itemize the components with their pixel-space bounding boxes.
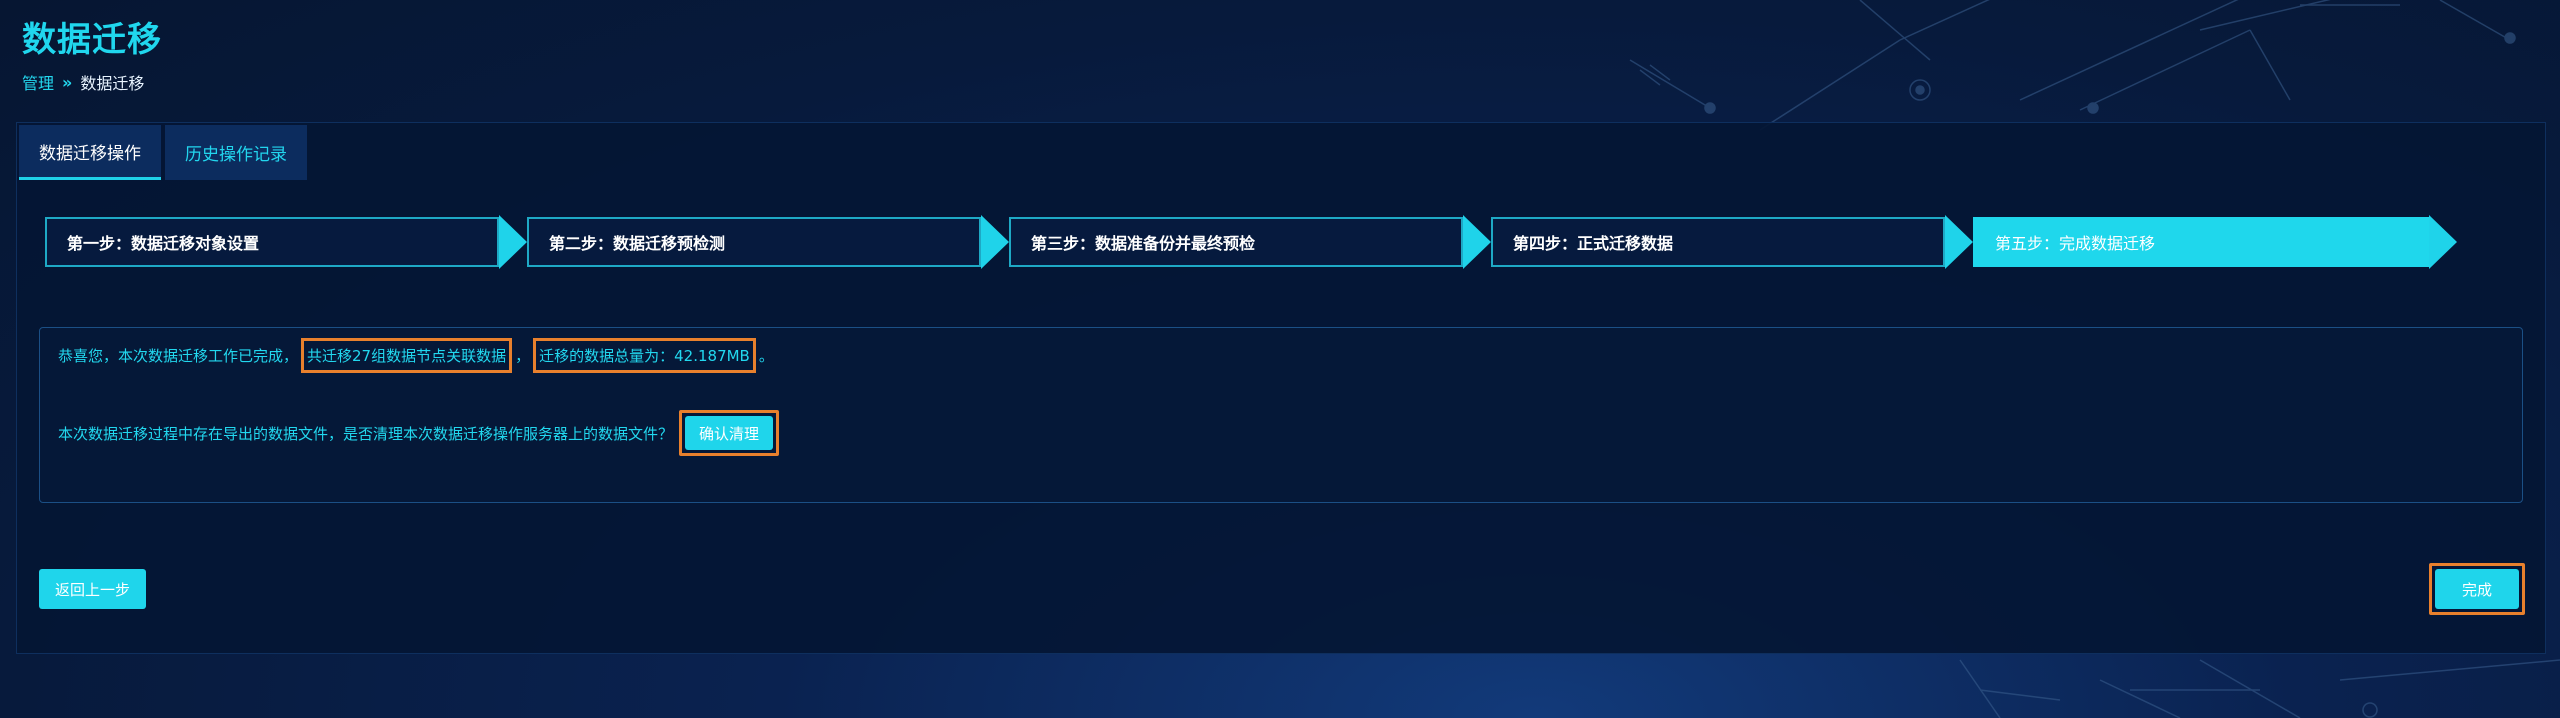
step-1-label: 第一步：数据迁移对象设置 [45, 217, 499, 267]
step-3-arrow-icon [1463, 215, 1491, 269]
step-5-arrow-icon [2429, 215, 2457, 269]
confirm-cleanup-button[interactable]: 确认清理 [685, 416, 774, 450]
breadcrumb-parent-link[interactable]: 管理 [22, 70, 54, 94]
step-1-arrow-icon [499, 215, 527, 269]
step-4-label: 第四步：正式迁移数据 [1491, 217, 1945, 267]
tab-history-records[interactable]: 历史操作记录 [165, 125, 307, 180]
finish-button-highlight: 完成 [2429, 563, 2525, 615]
migrated-data-size: 迁移的数据总量为：42.187MB [533, 338, 756, 373]
cleanup-button-highlight: 确认清理 [679, 410, 780, 456]
breadcrumb-separator: » [62, 72, 73, 92]
back-to-previous-step-button[interactable]: 返回上一步 [39, 569, 147, 609]
completion-comma: ， [515, 347, 531, 365]
cleanup-prompt: 本次数据迁移过程中存在导出的数据文件，是否清理本次数据迁移操作服务器上的数据文件… [58, 410, 780, 456]
migrated-nodes-count: 共迁移27组数据节点关联数据 [301, 338, 513, 373]
breadcrumb: 管理 » 数据迁移 [22, 70, 144, 94]
step-1: 第一步：数据迁移对象设置 [45, 215, 527, 273]
cleanup-question: 本次数据迁移过程中存在导出的数据文件，是否清理本次数据迁移操作服务器上的数据文件… [58, 424, 674, 443]
step-2-arrow-icon [981, 215, 1009, 269]
tab-bar: 数据迁移操作 历史操作记录 [19, 125, 307, 180]
migration-panel: 数据迁移操作 历史操作记录 第一步：数据迁移对象设置 第二步：数据迁移预检测 第… [16, 122, 2546, 654]
step-2-label: 第二步：数据迁移预检测 [527, 217, 981, 267]
breadcrumb-current: 数据迁移 [80, 74, 145, 93]
completion-suffix: 。 [758, 347, 774, 365]
step-4: 第四步：正式迁移数据 [1491, 215, 1973, 273]
completion-prefix: 恭喜您，本次数据迁移工作已完成， [58, 347, 299, 365]
step-4-arrow-icon [1945, 215, 1973, 269]
finish-button[interactable]: 完成 [2435, 569, 2519, 609]
step-3: 第三步：数据准备份并最终预检 [1009, 215, 1491, 273]
step-5: 第五步：完成数据迁移 [1973, 215, 2457, 273]
step-progress: 第一步：数据迁移对象设置 第二步：数据迁移预检测 第三步：数据准备份并最终预检 … [45, 215, 2505, 273]
step-5-label: 第五步：完成数据迁移 [1973, 217, 2431, 267]
page-title: 数据迁移 [22, 20, 162, 60]
step-3-label: 第三步：数据准备份并最终预检 [1009, 217, 1463, 267]
result-message-box: 恭喜您，本次数据迁移工作已完成， 共迁移27组数据节点关联数据 ， 迁移的数据总… [39, 327, 2523, 503]
tab-migration-operation[interactable]: 数据迁移操作 [19, 125, 161, 180]
completion-message: 恭喜您，本次数据迁移工作已完成， 共迁移27组数据节点关联数据 ， 迁移的数据总… [58, 338, 774, 373]
step-2: 第二步：数据迁移预检测 [527, 215, 1009, 273]
